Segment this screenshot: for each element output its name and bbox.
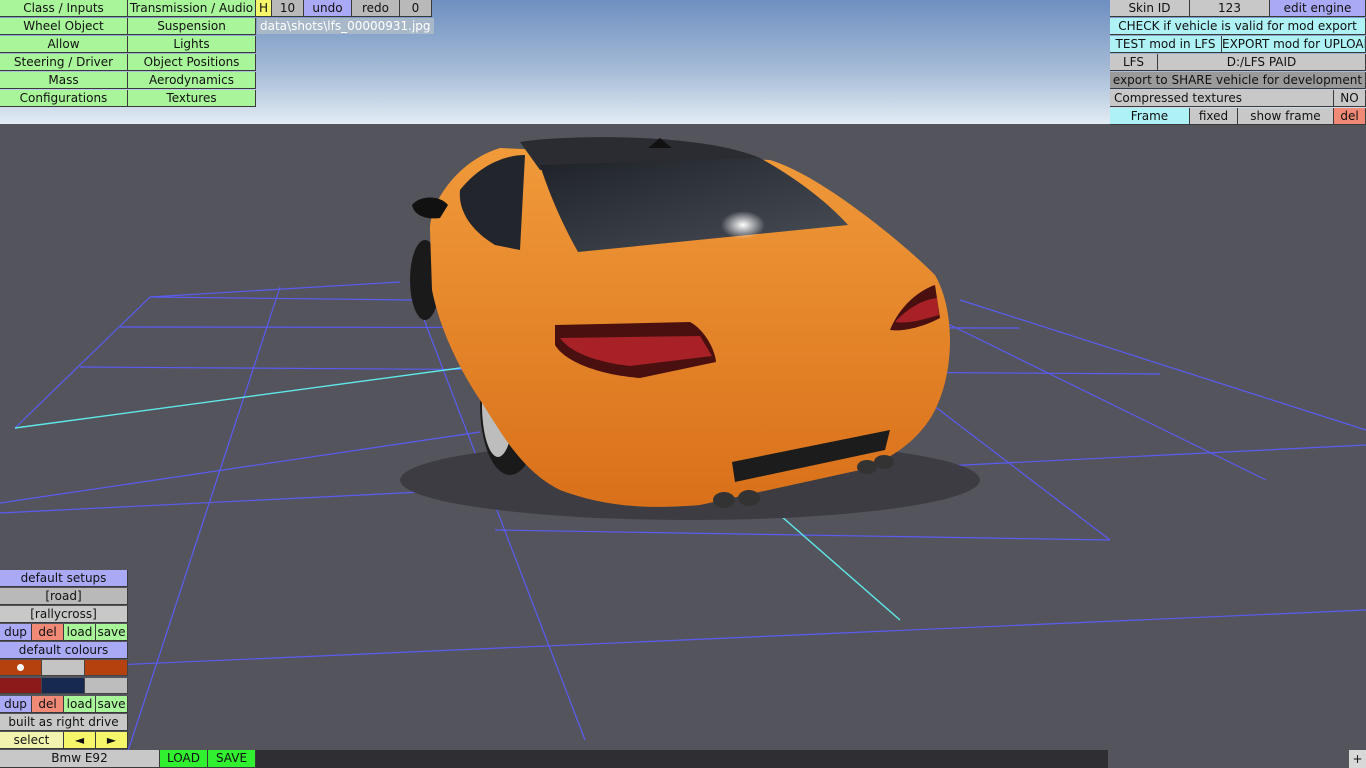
setup-load-button[interactable]: load (64, 624, 96, 641)
tab-allow[interactable]: Allow (0, 36, 128, 53)
default-setups-header: default setups (0, 570, 128, 587)
setup-road[interactable]: [road] (0, 588, 128, 605)
tab-suspension[interactable]: Suspension (128, 18, 256, 35)
setup-del-button[interactable]: del (32, 624, 64, 641)
tab-steering-driver[interactable]: Steering / Driver (0, 54, 128, 71)
prev-button[interactable]: ◄ (64, 732, 96, 749)
undo-button[interactable]: undo (304, 0, 352, 17)
colour-swatch[interactable] (85, 660, 128, 676)
plus-button[interactable]: + (1349, 750, 1366, 768)
lfs-path-field[interactable]: D:/LFS PAID (1158, 54, 1366, 71)
check-valid-button[interactable]: CHECK if vehicle is valid for mod export (1110, 18, 1366, 35)
tab-aerodynamics[interactable]: Aerodynamics (128, 72, 256, 89)
screenshot-path-text: data\shots\lfs_00000931.jpg (257, 18, 434, 34)
frame-del-button[interactable]: del (1334, 108, 1366, 125)
show-frame-button[interactable]: show frame (1238, 108, 1334, 125)
exhaust-right-2 (874, 455, 894, 469)
redo-button[interactable]: redo (352, 0, 400, 17)
tab-mass[interactable]: Mass (0, 72, 128, 89)
setup-dup-button[interactable]: dup (0, 624, 32, 641)
exhaust-right-1 (857, 460, 877, 474)
undo-count: 0 (400, 0, 432, 17)
tab-transmission-audio[interactable]: Transmission / Audio (128, 0, 256, 17)
edit-engine-button[interactable]: edit engine (1270, 0, 1366, 17)
compressed-textures-toggle[interactable]: NO (1334, 90, 1366, 107)
tab-lights[interactable]: Lights (128, 36, 256, 53)
selected-dot-icon (17, 664, 24, 671)
tab-textures[interactable]: Textures (128, 90, 256, 107)
next-button[interactable]: ► (96, 732, 128, 749)
exhaust-left-2 (738, 490, 760, 506)
h-button[interactable]: H (256, 0, 272, 17)
colour-swatch[interactable] (85, 678, 128, 694)
colour-swatch[interactable] (42, 660, 85, 676)
tab-object-positions[interactable]: Object Positions (128, 54, 256, 71)
drive-side-toggle[interactable]: built as right drive (0, 714, 128, 731)
default-colours-header: default colours (0, 642, 128, 659)
tab-configurations[interactable]: Configurations (0, 90, 128, 107)
colour-del-button[interactable]: del (32, 696, 64, 713)
window-glare (721, 211, 765, 239)
select-button[interactable]: select (0, 732, 64, 749)
exhaust-left-1 (713, 492, 735, 508)
fixed-button[interactable]: fixed (1190, 108, 1238, 125)
setup-save-button[interactable]: save (96, 624, 128, 641)
compressed-textures-label: Compressed textures (1110, 90, 1334, 107)
tab-class-inputs[interactable]: Class / Inputs (0, 0, 128, 17)
save-button[interactable]: SAVE (208, 750, 256, 768)
step-value-button[interactable]: 10 (272, 0, 304, 17)
test-mod-button[interactable]: TEST mod in LFS (1110, 36, 1222, 53)
setup-rallycross[interactable]: [rallycross] (0, 606, 128, 623)
colour-load-button[interactable]: load (64, 696, 96, 713)
colour-swatch[interactable] (0, 678, 42, 694)
tab-wheel-object[interactable]: Wheel Object (0, 18, 128, 35)
colour-save-button[interactable]: save (96, 696, 128, 713)
skin-id-value[interactable]: 123 (1190, 0, 1270, 17)
car-name-field[interactable]: Bmw E92 (0, 750, 160, 768)
export-mod-button[interactable]: EXPORT mod for UPLOAD (1222, 36, 1366, 53)
skin-id-label: Skin ID (1110, 0, 1190, 17)
load-button[interactable]: LOAD (160, 750, 208, 768)
frame-button[interactable]: Frame (1110, 108, 1190, 125)
colour-swatch[interactable] (42, 678, 85, 694)
lfs-label: LFS (1110, 54, 1158, 71)
export-share-button[interactable]: export to SHARE vehicle for development (1110, 72, 1366, 89)
status-bar (256, 750, 1108, 768)
colour-dup-button[interactable]: dup (0, 696, 32, 713)
colour-swatch[interactable] (0, 660, 42, 676)
